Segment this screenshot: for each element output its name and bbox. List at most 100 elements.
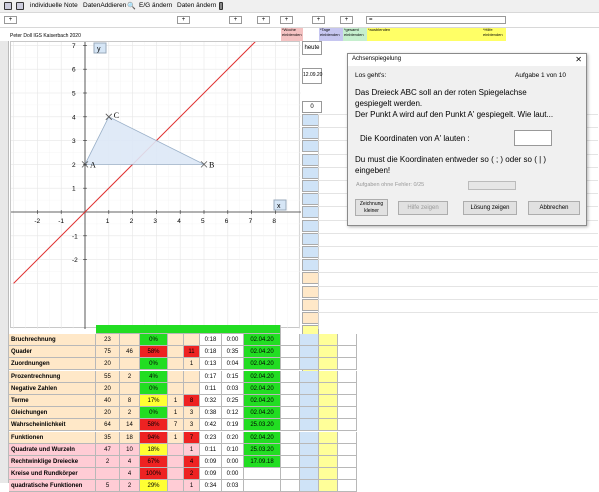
hilfe-zeigen-button[interactable]: Hilfe zeigen (398, 201, 448, 215)
spin-button[interactable]: + (340, 16, 353, 24)
count-c (168, 456, 184, 468)
woche-einblenden-header[interactable]: *Woche einblenden (281, 28, 303, 41)
date-cell: 25.03.20 (244, 443, 281, 456)
close-icon[interactable]: ✕ (575, 55, 582, 64)
scroll-handle-icon[interactable] (219, 2, 223, 10)
side-column-cell (302, 206, 319, 219)
x-tick-label: 3 (153, 218, 157, 225)
formula-bar[interactable]: = (366, 16, 506, 24)
extra-cell (338, 382, 357, 395)
zeichnung-kleiner-button[interactable]: Zeichnung kleiner (355, 199, 388, 216)
grid-line (318, 272, 598, 274)
count-a: 2 (96, 456, 120, 468)
abbrechen-button[interactable]: Abbrechen (528, 201, 580, 215)
date-cell: 02.04.20 (244, 370, 281, 383)
task-line-3: Der Punkt A wird auf den Punkt A' gespie… (355, 110, 554, 119)
eg-aendern-button[interactable]: E/G ändern (139, 2, 172, 9)
tage-einblenden-header[interactable]: *Tage einblenden (319, 28, 343, 41)
extra-cell (319, 419, 338, 432)
extra-cell (319, 443, 338, 456)
hilfe-einblenden-header[interactable]: *Hilfe einblenden (482, 28, 506, 41)
time-1: 0:23 (200, 431, 222, 444)
x-tick-label: 4 (177, 218, 181, 225)
time-1: 0:09 (200, 456, 222, 468)
side-column-cell (302, 166, 319, 179)
extra-cell (319, 334, 338, 346)
count-c (168, 370, 184, 383)
extra-cell (281, 431, 300, 444)
side-column-cell (302, 298, 319, 311)
extra-cell (338, 468, 357, 481)
koordinaten-label: Die Koordinaten von A' lauten : (360, 134, 470, 143)
percent-cell: 0% (140, 358, 168, 371)
extra-cell (300, 468, 319, 481)
count-b: 46 (120, 346, 140, 359)
time-1: 0:13 (200, 358, 222, 371)
grid-line (318, 232, 598, 234)
percent-cell: 29% (140, 480, 168, 492)
loesung-zeigen-button[interactable]: Lösung zeigen (463, 201, 517, 215)
dialog-title-bar: Achsenspiegelung ✕ (348, 54, 586, 66)
spin-button[interactable]: + (177, 16, 190, 24)
extra-cell (319, 382, 338, 395)
side-column-cell (302, 272, 319, 285)
time-2: 0:20 (222, 431, 244, 444)
row-label: Prozentrechnung (9, 370, 96, 383)
side-column-cell (302, 153, 319, 166)
ausblenden-header[interactable]: *ausblenden (367, 28, 482, 41)
extra-cell (300, 346, 319, 359)
side-column-cell (302, 312, 319, 324)
percent-cell: 58% (140, 419, 168, 432)
extra-cell (338, 480, 357, 492)
count-d (184, 370, 200, 383)
grid-line (318, 246, 598, 247)
time-2: 0:04 (222, 358, 244, 371)
extra-cell (281, 395, 300, 407)
print-icon[interactable] (16, 2, 24, 10)
count-a: 47 (96, 443, 120, 456)
count-d (184, 334, 200, 346)
y-tick-label: -1 (72, 233, 78, 240)
spin-button[interactable]: + (4, 16, 17, 24)
date-cell: 17.09.18 (244, 456, 281, 468)
extra-cell (319, 431, 338, 444)
extra-cell (281, 419, 300, 432)
time-1: 0:32 (200, 395, 222, 407)
daten-aendern-button[interactable]: Daten ändern (177, 2, 216, 9)
extra-cell (319, 346, 338, 359)
time-2: 0:00 (222, 456, 244, 468)
daten-addieren-button[interactable]: DatenAddieren (83, 2, 126, 9)
spin-button[interactable]: + (229, 16, 242, 24)
extra-cell (338, 443, 357, 456)
extra-cell (300, 334, 319, 346)
y-tick-label: 4 (72, 114, 76, 121)
time-2: 0:19 (222, 419, 244, 432)
time-2: 0:15 (222, 370, 244, 383)
extra-cell (338, 346, 357, 359)
save-icon[interactable] (4, 2, 12, 10)
extra-cell (319, 358, 338, 371)
side-column-cell (302, 232, 319, 245)
heute-button[interactable]: heute (302, 41, 322, 55)
row-label: Wahrscheinlichkeit (9, 419, 96, 432)
search-icon[interactable]: 🔍 (127, 2, 136, 10)
time-1: 0:38 (200, 407, 222, 420)
extra-cell (281, 382, 300, 395)
count-a: 75 (96, 346, 120, 359)
percent-cell: 100% (140, 468, 168, 481)
x-tick-label: 7 (249, 218, 253, 225)
spin-button[interactable]: + (257, 16, 270, 24)
time-2: 0:00 (222, 468, 244, 481)
count-b: 8 (120, 395, 140, 407)
side-column-cell (302, 193, 319, 206)
percent-cell: 0% (140, 334, 168, 346)
count-a: 20 (96, 382, 120, 395)
los-gehts-label: Los geht's: (355, 72, 387, 79)
koordinaten-input[interactable] (514, 130, 552, 146)
point-label: C (114, 111, 119, 120)
time-2: 0:10 (222, 443, 244, 456)
gesamt-einblenden-header[interactable]: *gesamt einblenden (343, 28, 367, 41)
spin-button[interactable]: + (280, 16, 293, 24)
individuelle-note-button[interactable]: individuelle Note (30, 2, 78, 9)
spin-button[interactable]: + (312, 16, 325, 24)
